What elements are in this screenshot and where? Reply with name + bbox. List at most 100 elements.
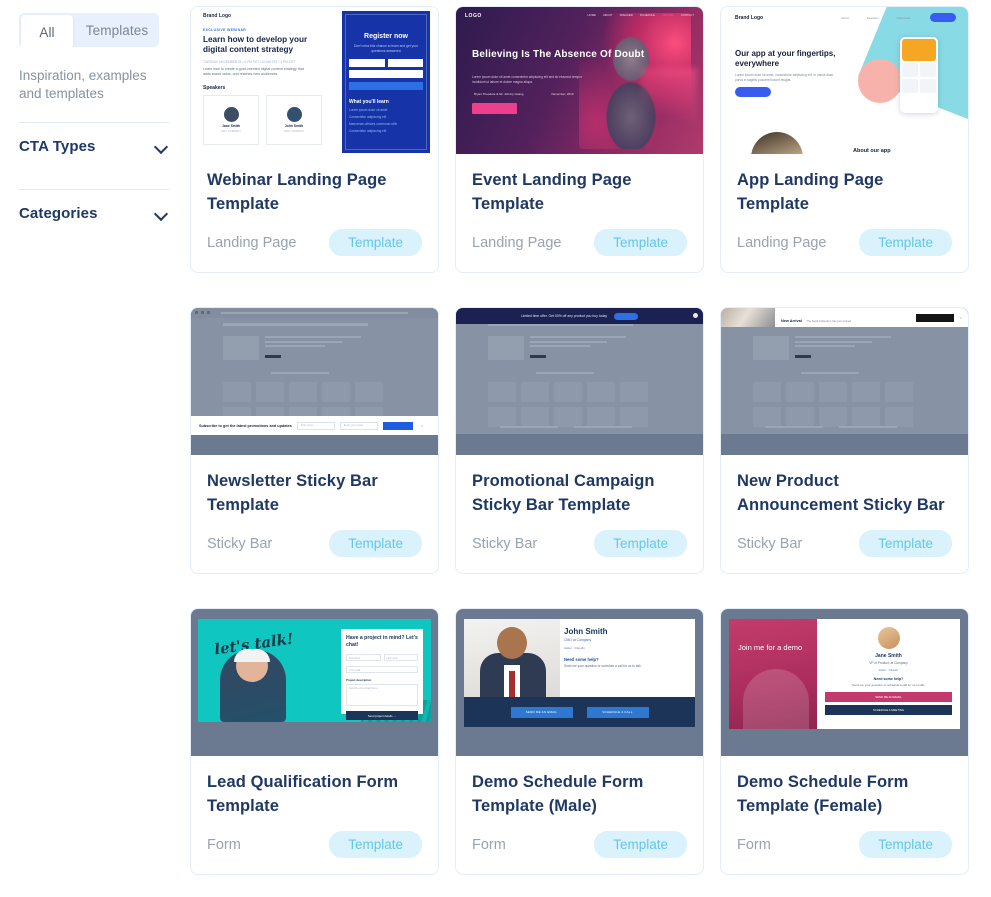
status-badge[interactable]: Template [594,229,687,256]
preview-speaker-name: John Smith [284,124,304,128]
preview-person-cap [234,649,270,662]
template-card[interactable]: let's talk! Have a project in mind? Let'… [190,608,439,875]
tab-all[interactable]: All [21,15,73,47]
status-badge[interactable]: Template [329,831,422,858]
template-card[interactable]: Limited time offer. Get 50% off any prod… [455,307,704,574]
preview-glow [641,68,697,148]
template-card-body: App Landing Page Template Landing Page T… [721,154,968,272]
preview-paragraph: Learn how to create a goal-oriented digi… [203,67,304,76]
preview-photo [464,619,560,697]
template-card-title: Lead Qualification Form Template [207,773,399,815]
preview-photo: Join me for a demo [729,619,817,729]
preview-textarea: Describe your project here... [346,684,418,706]
preview-phone-tile [902,79,918,93]
template-card[interactable]: New Arrival The Desk Collection has just… [720,307,969,574]
preview-cta-bar: SEND ME AN EMAIL SCHEDULE A CALL [464,697,695,727]
template-card-body: Newsletter Sticky Bar Template Sticky Ba… [191,455,438,573]
event-landing-preview: LOGO HOME ABOUT SPEAKER SCHEDULE PRICING… [456,7,703,154]
webinar-landing-preview: Brand Logo EXCLUSIVE WEBINAR Learn how t… [191,7,438,154]
template-card-title: App Landing Page Template [737,171,884,213]
filter-tab-group[interactable]: All Templates [19,13,159,47]
demo-schedule-male-preview: John Smith CMO at Company twitter · link… [456,609,703,756]
preview-speaker-role: CMO, COMPANY [283,130,305,133]
close-icon: × [420,423,424,428]
preview-nav: About Features Download [841,16,910,20]
template-card-footer: Sticky Bar Template [737,517,952,557]
preview-form-subtitle: Don't miss this chance to learn and get … [353,44,419,53]
status-badge[interactable]: Template [594,831,687,858]
sidebar: All Templates Inspiration, examples and … [0,0,190,897]
template-card-footer: Sticky Bar Template [207,517,422,557]
template-card-footer: Form Template [737,818,952,858]
newsletter-sticky-bar-preview: Subscribe to get the latest promotions a… [191,308,438,455]
template-card-body: Lead Qualification Form Template Form Te… [191,756,438,874]
template-thumbnail: John Smith CMO at Company twitter · link… [456,609,703,756]
template-card-category: Sticky Bar [737,535,803,552]
preview-submit-button [349,82,423,91]
browser-controls-icon [195,311,210,314]
status-badge[interactable]: Template [859,831,952,858]
preview-shop-collection-button [915,313,954,322]
status-badge[interactable]: Template [859,530,952,557]
status-badge[interactable]: Template [329,530,422,557]
template-card[interactable]: Subscribe to get the latest promotions a… [190,307,439,574]
template-card[interactable]: Join me for a demo Jane Smith VP of Prod… [720,608,969,875]
template-card-footer: Landing Page Template [472,216,687,256]
preview-input-email: Your email [346,666,418,673]
preview-social-links: twitter · linkedin [564,646,585,650]
template-card-title: Promotional Campaign Sticky Bar Template [472,472,655,514]
preview-cta-button [735,87,771,97]
avatar [877,627,900,649]
preview-input-first-name: First name [346,654,381,661]
template-card[interactable]: Brand Logo About Features Download Our a… [720,6,969,273]
template-card-category: Sticky Bar [472,535,538,552]
status-badge[interactable]: Template [859,229,952,256]
template-card-category: Landing Page [207,234,297,251]
preview-learn-item: Consectetur adipiscing elit [349,129,387,134]
status-badge[interactable]: Template [329,229,422,256]
preview-nav-item: SCHEDULE [639,13,656,17]
templates-gallery-page: All Templates Inspiration, examples and … [0,0,991,897]
preview-headline: Believing Is The Absence Of Doubt [472,49,645,60]
preview-section-title: About our app [853,148,891,154]
template-thumbnail: Limited time offer. Get 50% off any prod… [456,308,703,455]
preview-help-text: Send me your question or schedule a call… [564,664,642,668]
preview-learn-item: Maecenas ultricies commodo nibh [349,122,398,127]
preview-input-last-name: Last name [383,654,418,661]
close-icon: × [959,315,962,320]
sidebar-section-categories[interactable]: Categories [19,190,169,237]
tab-templates[interactable]: Templates [75,13,159,47]
demo-schedule-female-preview: Join me for a demo Jane Smith VP of Prod… [721,609,968,756]
template-thumbnail: Join me for a demo Jane Smith VP of Prod… [721,609,968,756]
preview-headline: Learn how to develop your digital conten… [203,35,308,54]
preview-phone-mockup [900,37,938,113]
preview-eyebrow: EXCLUSIVE WEBINAR [203,28,247,32]
status-badge[interactable]: Template [594,530,687,557]
preview-sticky-text: Limited time offer. Get 50% off any prod… [520,314,608,318]
preview-photo [751,132,803,154]
avatar [286,107,302,122]
preview-cta-button [472,103,517,114]
preview-sticky-subtitle: The Desk Collection has just arrived [806,318,851,323]
template-card-body: Webinar Landing Page Template Landing Pa… [191,154,438,272]
template-card-title: Event Landing Page Template [472,171,632,213]
sidebar-section-categories-label: Categories [19,205,98,222]
template-card-body: Demo Schedule Form Template (Female) For… [721,756,968,874]
preview-social-links: twitter · linkedin [878,668,899,672]
template-card[interactable]: Brand Logo EXCLUSIVE WEBINAR Learn how t… [190,6,439,273]
sidebar-section-cta-types[interactable]: CTA Types [19,123,169,170]
preview-sticky-bar: New Arrival The Desk Collection has just… [721,308,968,327]
templates-grid: Brand Logo EXCLUSIVE WEBINAR Learn how t… [190,6,975,875]
template-card-footer: Landing Page Template [207,216,422,256]
preview-page-mockup: New Arrival The Desk Collection has just… [721,308,968,434]
preview-sticky-text: Subscribe to get the latest promotions a… [199,423,292,428]
preview-sticky-bar: Limited time offer. Get 50% off any prod… [456,308,703,324]
template-card[interactable]: John Smith CMO at Company twitter · link… [455,608,704,875]
lead-qualification-form-preview: let's talk! Have a project in mind? Let'… [191,609,438,756]
preview-help-text: Send me your question or schedule a call… [851,683,926,687]
preview-person-role: VP of Product, at Company [869,661,908,665]
preview-phone-tile [920,79,936,93]
preview-person-role: CMO at Company [564,638,592,642]
preview-sticky-title: New Arrival [781,318,802,323]
template-card[interactable]: LOGO HOME ABOUT SPEAKER SCHEDULE PRICING… [455,6,704,273]
